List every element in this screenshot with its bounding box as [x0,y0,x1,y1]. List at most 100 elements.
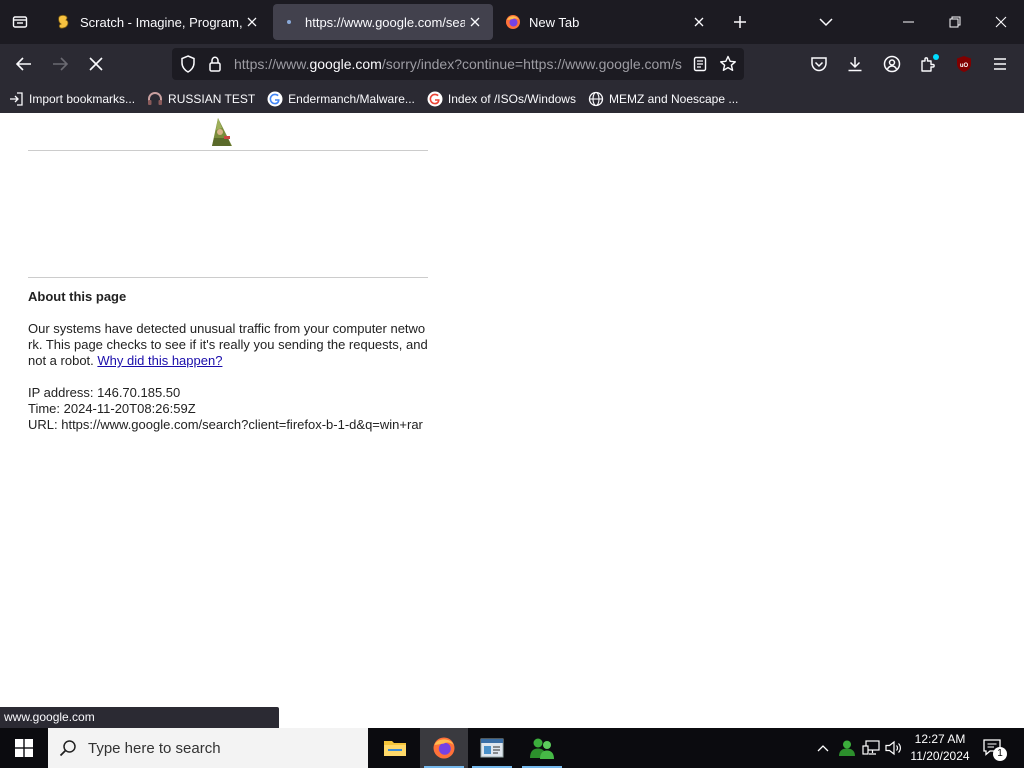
tab-scratch[interactable]: Scratch - Imagine, Program, Share [48,4,270,40]
link-status-bar: www.google.com [0,707,279,728]
url-host: google.com [309,56,382,72]
url-prefix: https://www. [234,56,310,72]
headphones-icon [147,91,163,107]
search-placeholder: Type here to search [88,739,221,757]
firefox-view-button[interactable] [4,6,36,38]
tracking-protection-shield-icon[interactable] [178,54,198,74]
start-button[interactable] [0,728,48,768]
firefox-icon [505,14,521,30]
tab-close-button[interactable] [689,12,709,32]
tab-new-tab[interactable]: New Tab [497,4,717,40]
tab-title: Scratch - Imagine, Program, Share [80,14,242,30]
bookmark-russian-test[interactable]: RUSSIAN TEST [147,91,255,107]
google-doodle-logo-icon [210,116,236,150]
new-tab-button[interactable] [724,6,756,38]
reader-view-icon[interactable] [690,54,710,74]
notification-dot [933,54,939,60]
bookmark-label: Import bookmarks... [29,91,136,106]
bookmark-endermanch-malware[interactable]: Endermanch/Malware... [267,91,415,107]
clock-date: 11/20/2024 [910,749,970,763]
scratch-icon [56,14,72,30]
bookmark-memz-noescape[interactable]: MEMZ and Noescape ... [588,91,738,107]
window-close-button[interactable] [978,0,1024,44]
volume-button[interactable] [883,728,905,768]
account-icon [883,55,901,73]
search-icon [48,739,88,757]
taskbar-file-explorer[interactable] [371,728,419,768]
loading-dot-icon [281,14,297,30]
url-path: /sorry/index?continue=https://www.google… [381,56,682,72]
back-button[interactable] [8,48,40,80]
list-all-tabs-button[interactable] [810,6,842,38]
show-hidden-icons-button[interactable] [812,728,834,768]
pocket-button[interactable] [803,48,835,80]
tray-user-app[interactable] [836,728,858,768]
downloads-button[interactable] [839,48,871,80]
lock-icon[interactable] [205,54,225,74]
tab-title: https://www.google.com/search [305,14,465,30]
about-this-page-section: About this page Our systems have detecte… [28,287,428,433]
action-center-button[interactable]: 1 [980,728,1007,768]
network-button[interactable] [860,728,882,768]
taskbar-firefox[interactable] [420,728,468,768]
bookmark-star-icon[interactable] [718,54,738,74]
stop-button[interactable] [80,48,112,80]
firefox-icon [433,737,455,759]
bookmark-import[interactable]: Import bookmarks... [8,91,135,107]
user-tray-icon [839,740,855,756]
minimize-icon [903,21,914,23]
google-icon [427,91,443,107]
import-icon [8,91,24,107]
taskbar-search-box[interactable]: Type here to search [48,728,368,768]
google-icon [267,91,283,107]
windows-taskbar: Type here to search 12:27 AM 11/20/2024 … [0,728,1024,768]
clock-time: 12:27 AM [914,732,966,746]
taskbar-users-app[interactable] [518,728,566,768]
app-menu-button[interactable] [984,48,1016,80]
ublock-origin-button[interactable]: uO [948,48,980,80]
page-content: About this page Our systems have detecte… [0,113,1024,728]
tab-google-search[interactable]: https://www.google.com/search [273,4,493,40]
restore-icon [949,16,961,28]
svg-text:uO: uO [960,63,969,69]
bookmark-index-isos[interactable]: Index of /ISOs/Windows [427,91,576,107]
ip-address-line: IP address: 146.70.185.50 [28,385,181,400]
close-icon [995,16,1007,28]
minimize-button[interactable] [886,0,932,44]
forward-arrow-icon [53,57,68,71]
restore-button[interactable] [932,0,978,44]
close-icon [694,17,704,27]
globe-icon [588,91,604,107]
forward-button[interactable] [44,48,76,80]
taskbar-clock[interactable]: 12:27 AM 11/20/2024 [905,728,975,768]
speaker-icon [885,740,901,756]
tab-strip: Scratch - Imagine, Program, Share https:… [0,0,1024,44]
bookmarks-toolbar: Import bookmarks... RUSSIAN TEST Enderma… [0,84,1024,113]
time-line: Time: 2024-11-20T08:26:59Z [28,401,196,416]
url-text[interactable]: https://www.google.com/sorry/index?conti… [234,48,682,80]
download-icon [848,57,862,72]
firefox-view-icon [12,16,28,28]
close-icon [470,17,480,27]
divider [28,277,428,278]
bookmark-label: RUSSIAN TEST [168,91,256,106]
tab-title: New Tab [529,14,580,30]
account-button[interactable] [876,48,908,80]
hamburger-menu-icon [994,58,1006,70]
browser-window: Scratch - Imagine, Program, Share https:… [0,0,1024,113]
folder-icon [384,741,406,756]
extensions-button[interactable] [912,48,944,80]
plus-icon [734,16,746,28]
close-icon [247,17,257,27]
notification-count-badge: 1 [993,747,1007,761]
bookmark-label: MEMZ and Noescape ... [608,91,739,106]
taskbar-app-window[interactable] [468,728,516,768]
back-arrow-icon [16,57,31,71]
pocket-icon [811,57,827,72]
bookmark-label: Index of /ISOs/Windows [447,91,576,106]
why-did-this-happen-link[interactable]: Why did this happen? [97,353,222,368]
tab-close-button[interactable] [465,12,485,32]
chevron-up-icon [817,745,829,752]
address-bar[interactable]: https://www.google.com/sorry/index?conti… [172,48,744,80]
tab-close-button[interactable] [242,12,262,32]
